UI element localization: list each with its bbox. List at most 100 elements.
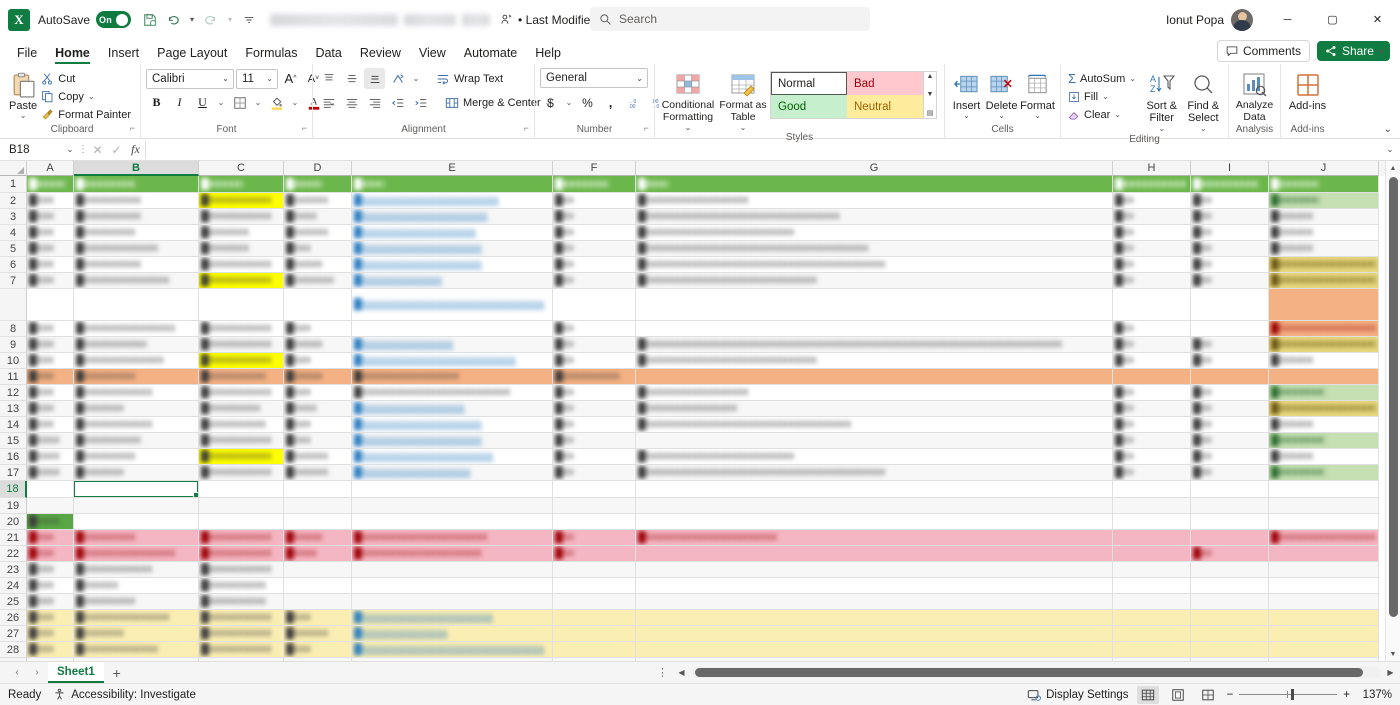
cell-E21[interactable]: █xxxxxxxxxxxxxxxxxxxxxx: [352, 530, 553, 546]
cell-I13[interactable]: █xx: [1191, 401, 1269, 417]
cell-I18[interactable]: [1191, 481, 1269, 498]
cell-J2[interactable]: █xxxxxxx: [1269, 193, 1379, 209]
cell-E9[interactable]: █xxxxxxxxxxxxxxxx: [352, 337, 553, 353]
cell-I21[interactable]: [1191, 530, 1269, 546]
cell-A15[interactable]: █xxxx: [27, 433, 74, 449]
cell-C6[interactable]: █xxxxxxxxxxx: [199, 257, 284, 273]
cell-E4[interactable]: █xxxxxxxxxxxxxxxxxxxx: [352, 225, 553, 241]
cell-C14[interactable]: █xxxxxxxxxx: [199, 417, 284, 433]
clipboard-dialog-launcher[interactable]: ⌐: [130, 123, 135, 133]
cell-E10[interactable]: █xxxxxxxxxxxxxxxxxxxxxxxxxxx: [352, 353, 553, 369]
column-header-G[interactable]: G: [636, 161, 1113, 176]
cell-I6[interactable]: █xx: [1191, 257, 1269, 273]
cell-H9[interactable]: █xx: [1113, 337, 1191, 353]
bold-button[interactable]: B: [146, 92, 167, 113]
zoom-in-button[interactable]: +: [1343, 689, 1350, 701]
cell-B2[interactable]: █xxxxxxxxxx: [74, 193, 199, 209]
cell-I22[interactable]: █xx: [1191, 546, 1269, 562]
row-header-19[interactable]: 19: [0, 498, 27, 514]
underline-chevron-down-icon[interactable]: ⌄: [215, 92, 227, 113]
cell-G11[interactable]: [636, 369, 1113, 385]
font-dialog-launcher[interactable]: ⌐: [302, 123, 307, 133]
cell-D12[interactable]: █xxx: [284, 385, 352, 401]
cell-J10[interactable]: █xxxxxx: [1269, 353, 1379, 369]
cell-F16[interactable]: █xx: [553, 449, 636, 465]
cell-J8[interactable]: █xxxxxxxxxxxxxxxxxxxxx: [1269, 321, 1379, 337]
percent-button[interactable]: %: [577, 92, 598, 113]
cell-A20[interactable]: █xxxx: [27, 514, 74, 530]
cell-I7[interactable]: █xx: [1191, 273, 1269, 289]
align-center-icon[interactable]: [341, 92, 362, 113]
cell-E7[interactable]: █xxxxxxxxxxxxxx: [352, 273, 553, 289]
vertical-scroll-thumb[interactable]: [1388, 177, 1398, 617]
cell-A28[interactable]: █xxx: [27, 642, 74, 658]
cell-I2[interactable]: █xx: [1191, 193, 1269, 209]
cell-E22[interactable]: █xxxxxxxxxxxxxxxxxxxxx: [352, 546, 553, 562]
cell-D4[interactable]: █xxxxxx: [284, 225, 352, 241]
cell-B10[interactable]: █xxxxxxxxxxxxxx: [74, 353, 199, 369]
hscroll-left-icon[interactable]: ◀: [676, 668, 687, 677]
align-middle-icon[interactable]: [341, 68, 362, 89]
check-icon[interactable]: ✓: [107, 143, 126, 157]
cell-D25[interactable]: [284, 594, 352, 610]
fill-color-chevron-down-icon[interactable]: ⌄: [289, 92, 301, 113]
cell-J12[interactable]: █xxxxxxxx: [1269, 385, 1379, 401]
cell-G19[interactable]: [636, 498, 1113, 514]
borders-chevron-down-icon[interactable]: ⌄: [252, 92, 264, 113]
cell-H10[interactable]: █xx: [1113, 353, 1191, 369]
cell-D29[interactable]: [284, 658, 352, 661]
cell-B14[interactable]: █xxxxxxxxxxxx: [74, 417, 199, 433]
cell-E18[interactable]: [352, 481, 553, 498]
column-header-C[interactable]: C: [199, 161, 284, 176]
styles-scroll-down-icon[interactable]: ▼: [927, 91, 934, 98]
cell-C26[interactable]: █xxxxxxxxxxx: [199, 610, 284, 626]
cell-G6[interactable]: █xxxxxxxxxxxxxxxxxxxxxxxxxxxxxxxxxxxxxxx…: [636, 257, 1113, 273]
cell-A25[interactable]: █xxx: [27, 594, 74, 610]
horizontal-scroll-thumb[interactable]: [695, 668, 1363, 677]
cell-E3[interactable]: █xxxxxxxxxxxxxxxxxxxxxx: [352, 209, 553, 225]
cell-J5[interactable]: █xxxxxx: [1269, 241, 1379, 257]
cell-H2[interactable]: █xx: [1113, 193, 1191, 209]
cell-J4[interactable]: █xxxxxx: [1269, 225, 1379, 241]
cell-A1[interactable]: █xxxxx: [27, 176, 74, 193]
cell-E24[interactable]: [352, 578, 553, 594]
decrease-indent-icon[interactable]: [387, 92, 408, 113]
sheet-tab-sheet1[interactable]: Sheet1: [48, 662, 104, 683]
addins-button[interactable]: Add-ins: [1286, 68, 1329, 112]
cell-G14[interactable]: █xxxxxxxxxxxxxxxxxxxxxxxxxxxxxxxxxxxx: [636, 417, 1113, 433]
sheet-options-icon[interactable]: ⋮: [653, 666, 672, 679]
style-neutral[interactable]: Neutral: [847, 95, 923, 118]
cell-J19[interactable]: [1269, 498, 1379, 514]
cancel-icon[interactable]: ✕: [88, 143, 107, 157]
cell-B23[interactable]: █xxxxxxxxxxxx: [74, 562, 199, 578]
cell-A2[interactable]: █xxx: [27, 193, 74, 209]
comments-button[interactable]: Comments: [1216, 40, 1310, 62]
cell-D18[interactable]: [284, 481, 352, 498]
row-header-16[interactable]: 16: [0, 449, 27, 465]
row-header-25[interactable]: 25: [0, 594, 27, 610]
cell-C17[interactable]: █xxxxxxxxxxx: [199, 465, 284, 481]
cell-D24[interactable]: [284, 578, 352, 594]
cell-D14[interactable]: █xxx: [284, 417, 352, 433]
cell-G13[interactable]: █xxxxxxxxxxxxxxxx: [636, 401, 1113, 417]
cell-C23[interactable]: █xxxxxxxxxxx: [199, 562, 284, 578]
cell-C9[interactable]: █xxxxxxxxxxx: [199, 337, 284, 353]
zoom-track[interactable]: [1239, 689, 1338, 700]
cell-G4[interactable]: █xxxxxxxxxxxxxxxxxxxxxxxxxx: [636, 225, 1113, 241]
cell-E11[interactable]: █xxxxxxxxxxxxxxxxx: [352, 369, 553, 385]
cell-G21[interactable]: █xxxxxxxxxxxxxxxxxxxxxxx: [636, 530, 1113, 546]
cell-I23[interactable]: [1191, 562, 1269, 578]
cell-B7[interactable]: █xxxxxxxxxxxxxxx: [74, 273, 199, 289]
cell-F2[interactable]: █xx: [553, 193, 636, 209]
formula-bar-options-icon[interactable]: ⋮: [78, 144, 88, 155]
cell-J6[interactable]: █xxxxxxxxxxxxxxxxxxxx: [1269, 257, 1379, 273]
cell-F9[interactable]: █xx: [553, 337, 636, 353]
cell-H15[interactable]: █xx: [1113, 433, 1191, 449]
prev-sheet-icon[interactable]: ‹: [8, 664, 26, 682]
cell-I26[interactable]: [1191, 610, 1269, 626]
cell-G1[interactable]: █xxxx: [636, 176, 1113, 193]
style-normal[interactable]: Normal: [771, 72, 847, 95]
cell-C7[interactable]: █xxxxxxxxxxx: [199, 273, 284, 289]
search-input[interactable]: Search: [590, 7, 870, 31]
cell-A13[interactable]: █xxx: [27, 401, 74, 417]
